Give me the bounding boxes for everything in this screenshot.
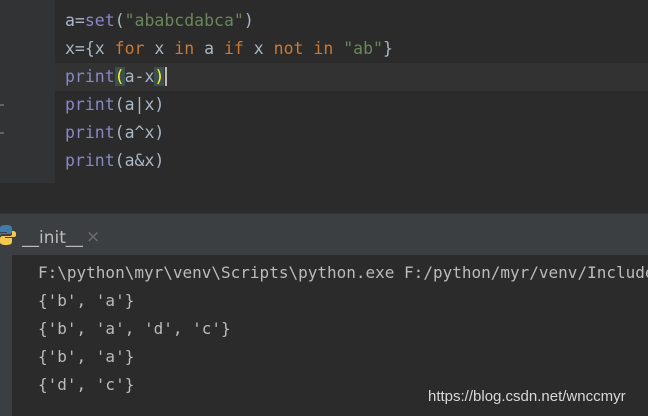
editor-empty-area[interactable] (0, 183, 648, 213)
code-line-3[interactable]: print(a-x) (65, 63, 168, 91)
code-line-5[interactable]: print(a^x) (65, 119, 164, 147)
console-toolbar-strip (0, 255, 12, 416)
code-token: print (65, 95, 115, 114)
code-editor[interactable]: a=set("ababcdabca") x={x for x in a if x… (0, 0, 648, 183)
line-gutter[interactable] (0, 0, 55, 183)
code-token: ) (154, 67, 165, 86)
code-token: print (65, 67, 115, 86)
code-line-2[interactable]: x={x for x in a if x not in "ab"} (65, 35, 393, 63)
python-icon (0, 225, 16, 245)
code-token: } (382, 39, 393, 58)
code-token: set (84, 11, 115, 30)
code-token: a= (65, 11, 85, 30)
code-token: x (243, 39, 274, 58)
code-line-1[interactable]: a=set("ababcdabca") (65, 7, 254, 35)
watermark-text: https://blog.csdn.net/wnccmyr (428, 388, 626, 405)
close-icon[interactable]: × (86, 226, 100, 248)
code-token: "ababcdabca" (124, 11, 244, 30)
code-line-4[interactable]: print(a|x) (65, 91, 164, 119)
text-caret (165, 67, 168, 86)
console-output-line: {'b', 'a', 'd', 'c'} (38, 319, 231, 338)
code-token: "ab" (343, 39, 383, 58)
code-token: (a&x) (114, 151, 165, 170)
code-token: x (144, 39, 175, 58)
gutter-marker (0, 132, 4, 134)
code-token: x={x (65, 39, 115, 58)
code-token: if (223, 39, 244, 58)
code-token: ( (114, 11, 125, 30)
code-token: print (65, 123, 115, 142)
code-token: a (194, 39, 224, 58)
code-token: print (65, 151, 115, 170)
console-output-line: {'b', 'a'} (38, 291, 135, 310)
console-output-line: {'b', 'a'} (38, 347, 135, 366)
console-output-line: {'d', 'c'} (38, 375, 135, 394)
code-token: for (114, 39, 145, 58)
gutter-marker (0, 104, 4, 106)
code-token: (a^x) (114, 123, 165, 142)
code-token: ( (114, 67, 125, 86)
code-token: in (174, 39, 195, 58)
console-command-line: F:\python\myr\venv\Scripts\python.exe F:… (38, 263, 648, 282)
code-token: a-x (124, 67, 155, 86)
run-tab-label[interactable]: __init__ (22, 227, 83, 249)
code-line-6[interactable]: print(a&x) (65, 147, 164, 175)
code-token: (a|x) (114, 95, 165, 114)
code-token: ) (243, 11, 254, 30)
code-token: not in (273, 39, 334, 58)
